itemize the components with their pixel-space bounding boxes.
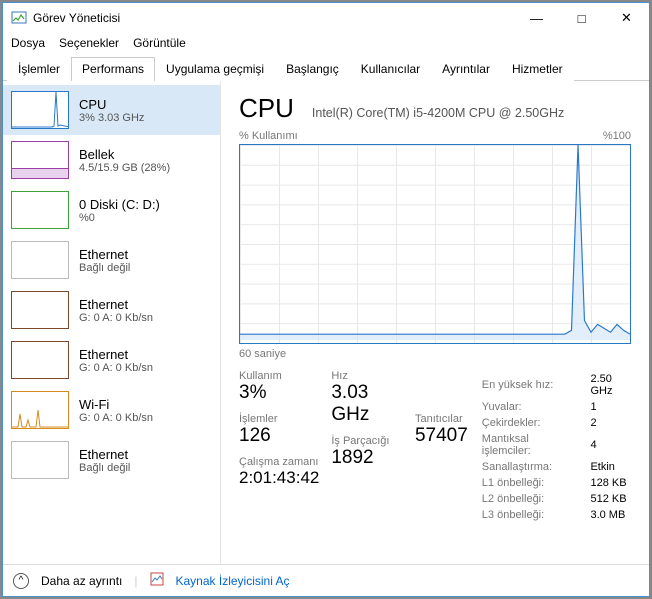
menu-view[interactable]: Görüntüle — [133, 36, 186, 50]
sidebar-disk-label: 0 Diski (C: D:) — [79, 197, 160, 212]
l2-value: 512 KB — [590, 492, 629, 506]
menu-options[interactable]: Seçenekler — [59, 36, 119, 50]
ethernet-thumb — [11, 341, 69, 379]
sidebar-cpu-label: CPU — [79, 97, 144, 112]
processes-value: 126 — [239, 425, 319, 447]
window-title: Görev Yöneticisi — [33, 11, 514, 25]
ethernet-thumb — [11, 241, 69, 279]
sockets-value: 1 — [590, 400, 629, 414]
chart-ylabel: % Kullanımı — [239, 130, 298, 142]
maxspeed-value: 2.50 GHz — [590, 372, 629, 398]
ethernet-thumb — [11, 441, 69, 479]
sidebar-eth0-label: Ethernet — [79, 247, 130, 262]
cores-label: Çekirdekler: — [482, 416, 589, 430]
panel-title: CPU — [239, 93, 294, 124]
stats-grid: Kullanım 3% İşlemler 126 Çalışma zamanı … — [239, 370, 631, 524]
sidebar-eth2-sub: G: 0 A: 0 Kb/sn — [79, 362, 153, 374]
sidebar-cpu-sub: 3% 3.03 GHz — [79, 112, 144, 124]
task-manager-window: Görev Yöneticisi — □ ✕ Dosya Seçenekler … — [2, 2, 650, 597]
app-icon — [11, 10, 27, 26]
cpu-chart-line — [240, 145, 630, 340]
l3-value: 3.0 MB — [590, 508, 629, 522]
tab-details[interactable]: Ayrıntılar — [431, 57, 501, 81]
resmon-icon — [150, 572, 164, 589]
usage-label: Kullanım — [239, 370, 319, 382]
chevron-up-icon[interactable]: ^ — [13, 573, 29, 589]
logical-value: 4 — [590, 432, 629, 458]
sidebar-memory-label: Bellek — [79, 147, 170, 162]
tab-processes[interactable]: İşlemler — [7, 57, 71, 81]
panel-subtitle: Intel(R) Core(TM) i5-4200M CPU @ 2.50GHz — [312, 106, 564, 120]
wifi-thumb — [11, 391, 69, 429]
sidebar-eth3-sub: Bağlı değil — [79, 462, 130, 474]
sidebar-item-wifi[interactable]: Wi-Fi G: 0 A: 0 Kb/sn — [3, 385, 220, 435]
uptime-value: 2:01:43:42 — [239, 468, 319, 488]
threads-value: 1892 — [331, 447, 403, 469]
cpu-thumb — [11, 91, 69, 129]
usage-value: 3% — [239, 382, 319, 404]
chart-ymax: %100 — [603, 130, 631, 142]
footer: ^ Daha az ayrıntı | Kaynak İzleyicisini … — [3, 564, 649, 596]
tab-performance[interactable]: Performans — [71, 57, 155, 81]
sidebar-item-disk[interactable]: 0 Diski (C: D:) %0 — [3, 185, 220, 235]
l1-label: L1 önbelleği: — [482, 476, 589, 490]
processes-label: İşlemler — [239, 413, 319, 425]
main-panel: CPU Intel(R) Core(TM) i5-4200M CPU @ 2.5… — [221, 81, 649, 564]
l2-label: L2 önbelleği: — [482, 492, 589, 506]
cpu-info-table: En yüksek hız:2.50 GHz Yuvalar:1 Çekirde… — [480, 370, 631, 524]
tab-services[interactable]: Hizmetler — [501, 57, 574, 81]
close-button[interactable]: ✕ — [604, 3, 649, 33]
virt-label: Sanallaştırma: — [482, 460, 589, 474]
content-area: CPU 3% 3.03 GHz Bellek 4.5/15.9 GB (28%)… — [3, 81, 649, 564]
sidebar-memory-sub: 4.5/15.9 GB (28%) — [79, 162, 170, 174]
virt-value: Etkin — [590, 460, 629, 474]
speed-label: Hız — [331, 370, 403, 382]
sidebar-eth0-sub: Bağlı değil — [79, 262, 130, 274]
sidebar-item-memory[interactable]: Bellek 4.5/15.9 GB (28%) — [3, 135, 220, 185]
cpu-chart[interactable] — [239, 144, 631, 344]
sidebar-eth1-label: Ethernet — [79, 297, 153, 312]
sidebar-eth3-label: Ethernet — [79, 447, 130, 462]
menu-file[interactable]: Dosya — [11, 36, 45, 50]
window-controls: — □ ✕ — [514, 3, 649, 33]
sidebar-item-ethernet-1[interactable]: Ethernet G: 0 A: 0 Kb/sn — [3, 285, 220, 335]
titlebar[interactable]: Görev Yöneticisi — □ ✕ — [3, 3, 649, 33]
sidebar[interactable]: CPU 3% 3.03 GHz Bellek 4.5/15.9 GB (28%)… — [3, 81, 221, 564]
logical-label: Mantıksal işlemciler: — [482, 432, 589, 458]
sidebar-item-cpu[interactable]: CPU 3% 3.03 GHz — [3, 85, 220, 135]
cores-value: 2 — [590, 416, 629, 430]
ethernet-thumb — [11, 291, 69, 329]
disk-thumb — [11, 191, 69, 229]
handles-value: 57407 — [415, 425, 468, 447]
sidebar-wifi-sub: G: 0 A: 0 Kb/sn — [79, 412, 153, 424]
sidebar-item-ethernet-3[interactable]: Ethernet Bağlı değil — [3, 435, 220, 485]
fewer-details-link[interactable]: Daha az ayrıntı — [41, 574, 122, 588]
sidebar-disk-sub: %0 — [79, 212, 160, 224]
threads-label: İş Parçacığı — [331, 435, 403, 447]
memory-thumb — [11, 141, 69, 179]
sidebar-eth1-sub: G: 0 A: 0 Kb/sn — [79, 312, 153, 324]
open-resmon-link[interactable]: Kaynak İzleyicisini Aç — [176, 574, 290, 588]
sidebar-eth2-label: Ethernet — [79, 347, 153, 362]
uptime-label: Çalışma zamanı — [239, 456, 319, 468]
tabbar: İşlemler Performans Uygulama geçmişi Baş… — [3, 53, 649, 81]
l3-label: L3 önbelleği: — [482, 508, 589, 522]
maxspeed-label: En yüksek hız: — [482, 372, 589, 398]
sidebar-item-ethernet-2[interactable]: Ethernet G: 0 A: 0 Kb/sn — [3, 335, 220, 385]
sockets-label: Yuvalar: — [482, 400, 589, 414]
speed-value: 3.03 GHz — [331, 382, 403, 426]
tab-apphistory[interactable]: Uygulama geçmişi — [155, 57, 275, 81]
handles-label: Tanıtıcılar — [415, 413, 468, 425]
tab-users[interactable]: Kullanıcılar — [350, 57, 431, 81]
minimize-button[interactable]: — — [514, 3, 559, 33]
sidebar-wifi-label: Wi-Fi — [79, 397, 153, 412]
sidebar-item-ethernet-0[interactable]: Ethernet Bağlı değil — [3, 235, 220, 285]
l1-value: 128 KB — [590, 476, 629, 490]
chart-xlabel: 60 saniye — [239, 348, 631, 360]
tab-startup[interactable]: Başlangıç — [275, 57, 350, 81]
maximize-button[interactable]: □ — [559, 3, 604, 33]
menubar: Dosya Seçenekler Görüntüle — [3, 33, 649, 53]
